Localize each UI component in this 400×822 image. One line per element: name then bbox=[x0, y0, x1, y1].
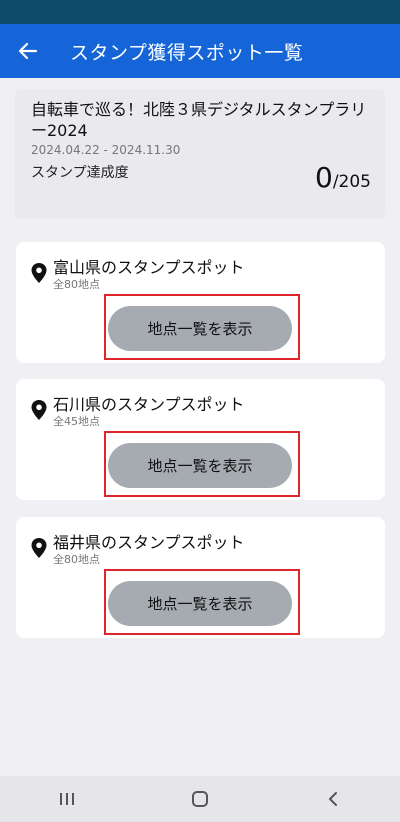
prefecture-card-ishikawa: 石川県のスタンプスポット 全45地点 地点一覧を表示 bbox=[16, 379, 385, 500]
nav-back-button[interactable] bbox=[303, 776, 363, 822]
app-bar: スタンプ獲得スポット一覧 bbox=[0, 24, 400, 78]
rally-title: 自転車で巡る！北陸３県デジタルスタンプラリー2024 bbox=[31, 100, 367, 140]
map-pin-icon bbox=[31, 400, 47, 420]
show-spot-list-button[interactable]: 地点一覧を表示 bbox=[108, 306, 292, 351]
progress-total: /205 bbox=[332, 172, 371, 192]
system-nav-bar bbox=[0, 776, 400, 822]
map-pin-icon bbox=[31, 538, 47, 558]
prefecture-spot-count: 全45地点 bbox=[53, 415, 100, 428]
home-icon bbox=[191, 791, 208, 807]
map-pin-icon bbox=[31, 263, 47, 283]
arrow-left-icon bbox=[18, 42, 38, 60]
spot-list: 富山県のスタンプスポット 全80地点 地点一覧を表示 石川県のスタンプスポット … bbox=[0, 230, 400, 775]
prefecture-name: 石川県のスタンプスポット bbox=[53, 395, 245, 414]
progress-value: 0 /205 bbox=[315, 161, 371, 194]
back-button[interactable] bbox=[0, 24, 56, 78]
nav-recents-button[interactable] bbox=[37, 776, 97, 822]
rally-dates: 2024.04.22 - 2024.11.30 bbox=[31, 143, 181, 157]
page-title: スタンプ獲得スポット一覧 bbox=[70, 41, 304, 64]
prefecture-spot-count: 全80地点 bbox=[53, 278, 100, 291]
prefecture-card-toyama: 富山県のスタンプスポット 全80地点 地点一覧を表示 bbox=[16, 242, 385, 363]
nav-home-button[interactable] bbox=[170, 776, 230, 822]
progress-count: 0 bbox=[314, 161, 333, 194]
progress-label: スタンプ達成度 bbox=[31, 165, 129, 181]
status-bar bbox=[0, 0, 400, 24]
rally-summary-card: 自転車で巡る！北陸３県デジタルスタンプラリー2024 2024.04.22 - … bbox=[15, 89, 385, 219]
show-spot-list-button[interactable]: 地点一覧を表示 bbox=[108, 581, 292, 626]
prefecture-card-fukui: 福井県のスタンプスポット 全80地点 地点一覧を表示 bbox=[16, 517, 385, 638]
show-spot-list-button[interactable]: 地点一覧を表示 bbox=[108, 443, 292, 488]
prefecture-name: 富山県のスタンプスポット bbox=[53, 258, 245, 277]
progress-row: スタンプ達成度 0 /205 bbox=[31, 161, 371, 194]
chevron-left-icon bbox=[329, 792, 338, 806]
prefecture-spot-count: 全80地点 bbox=[53, 553, 100, 566]
prefecture-name: 福井県のスタンプスポット bbox=[53, 533, 245, 552]
recents-icon bbox=[59, 793, 74, 805]
